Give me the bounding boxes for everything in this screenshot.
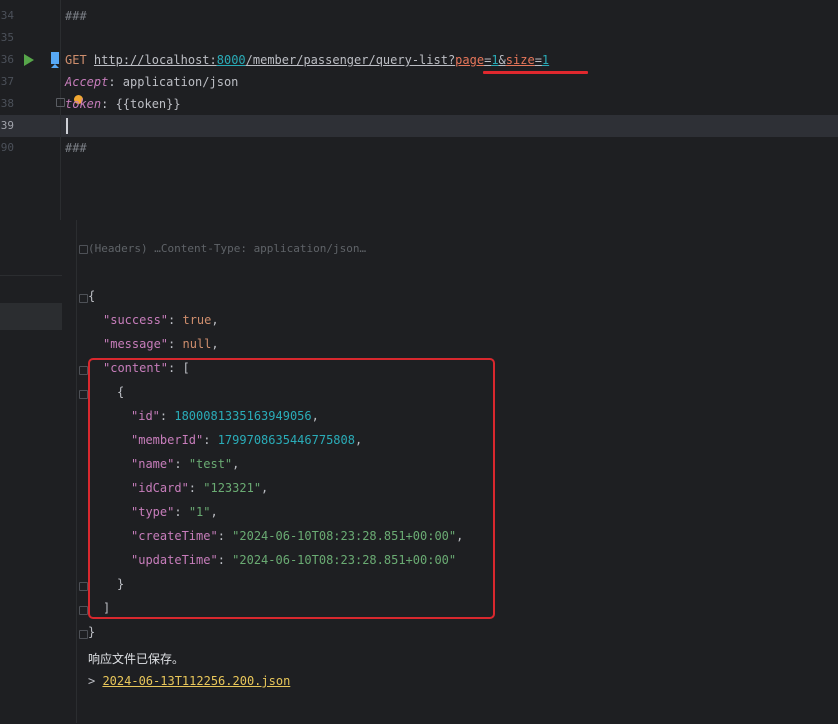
json-value: true — [182, 313, 212, 327]
header-value: : {{token}} — [101, 97, 181, 111]
query-params-highlight — [483, 71, 588, 74]
line-number: 35 — [0, 31, 14, 44]
json-key: "message" — [103, 337, 169, 351]
fold-icon[interactable] — [79, 245, 88, 254]
response-file-line: > 2024-06-13T112256.200.json — [88, 674, 290, 688]
side-panel — [0, 275, 62, 724]
request-separator: ### — [65, 141, 87, 155]
response-saved-message: 响应文件已保存。 — [88, 652, 185, 666]
gutter-separator — [76, 220, 77, 723]
fold-icon[interactable] — [79, 294, 88, 303]
header-accept[interactable]: Accept: application/json — [65, 75, 238, 89]
header-token[interactable]: token: {{token}} — [65, 97, 181, 111]
line-number: 37 — [0, 75, 14, 88]
bookmark-icon[interactable] — [51, 52, 59, 68]
fold-icon[interactable] — [79, 582, 88, 591]
query-param-page-key[interactable]: page — [455, 53, 484, 67]
query-amp: & — [498, 53, 506, 67]
fold-icon[interactable] — [79, 366, 88, 375]
line-number: 36 — [0, 53, 14, 66]
request-line[interactable]: GET http://localhost:8000/member/passeng… — [65, 53, 549, 67]
line-number: 39 — [0, 119, 14, 132]
query-param-size-value[interactable]: 1 — [542, 53, 549, 67]
http-method: GET — [65, 53, 87, 67]
header-key: Accept — [65, 75, 109, 89]
url-port[interactable]: 8000 — [217, 53, 246, 67]
json-key: "success" — [103, 313, 169, 327]
fold-icon[interactable] — [79, 606, 88, 615]
fold-icon[interactable] — [79, 630, 88, 639]
fold-icon[interactable] — [56, 98, 65, 107]
json-line-success: "success": true, — [103, 313, 219, 327]
content-highlight-box — [88, 358, 495, 619]
run-request-icon[interactable] — [24, 54, 34, 66]
query-param-page-value[interactable]: 1 — [491, 53, 498, 67]
line-number: 38 — [0, 97, 14, 110]
fold-icon[interactable] — [79, 390, 88, 399]
url-path[interactable]: /member/passenger/query-list? — [246, 53, 456, 67]
json-brace: } — [88, 625, 96, 639]
http-request-editor[interactable]: 34 35 36 37 38 39 90 ### GET http://loca… — [0, 0, 838, 220]
url-host[interactable]: http://localhost: — [94, 53, 217, 67]
response-headers-folded[interactable]: (Headers) …Content-Type: application/jso… — [88, 242, 366, 255]
line-number: 90 — [0, 141, 14, 154]
gutter-separator — [60, 0, 61, 220]
header-key: token — [65, 97, 102, 111]
file-prefix: > — [88, 674, 103, 688]
json-brace: { — [88, 289, 96, 303]
query-eq: = — [534, 53, 542, 67]
header-value: : application/json — [108, 75, 239, 89]
line-number: 34 — [0, 9, 14, 22]
response-file-link[interactable]: 2024-06-13T112256.200.json — [102, 674, 290, 688]
current-line-highlight — [0, 115, 838, 137]
query-param-size-key[interactable]: size — [506, 53, 535, 67]
text-cursor — [66, 118, 68, 134]
json-value: null — [182, 337, 212, 351]
json-line-message: "message": null, — [103, 337, 219, 351]
request-separator: ### — [65, 9, 87, 23]
side-panel-selection[interactable] — [0, 303, 62, 330]
